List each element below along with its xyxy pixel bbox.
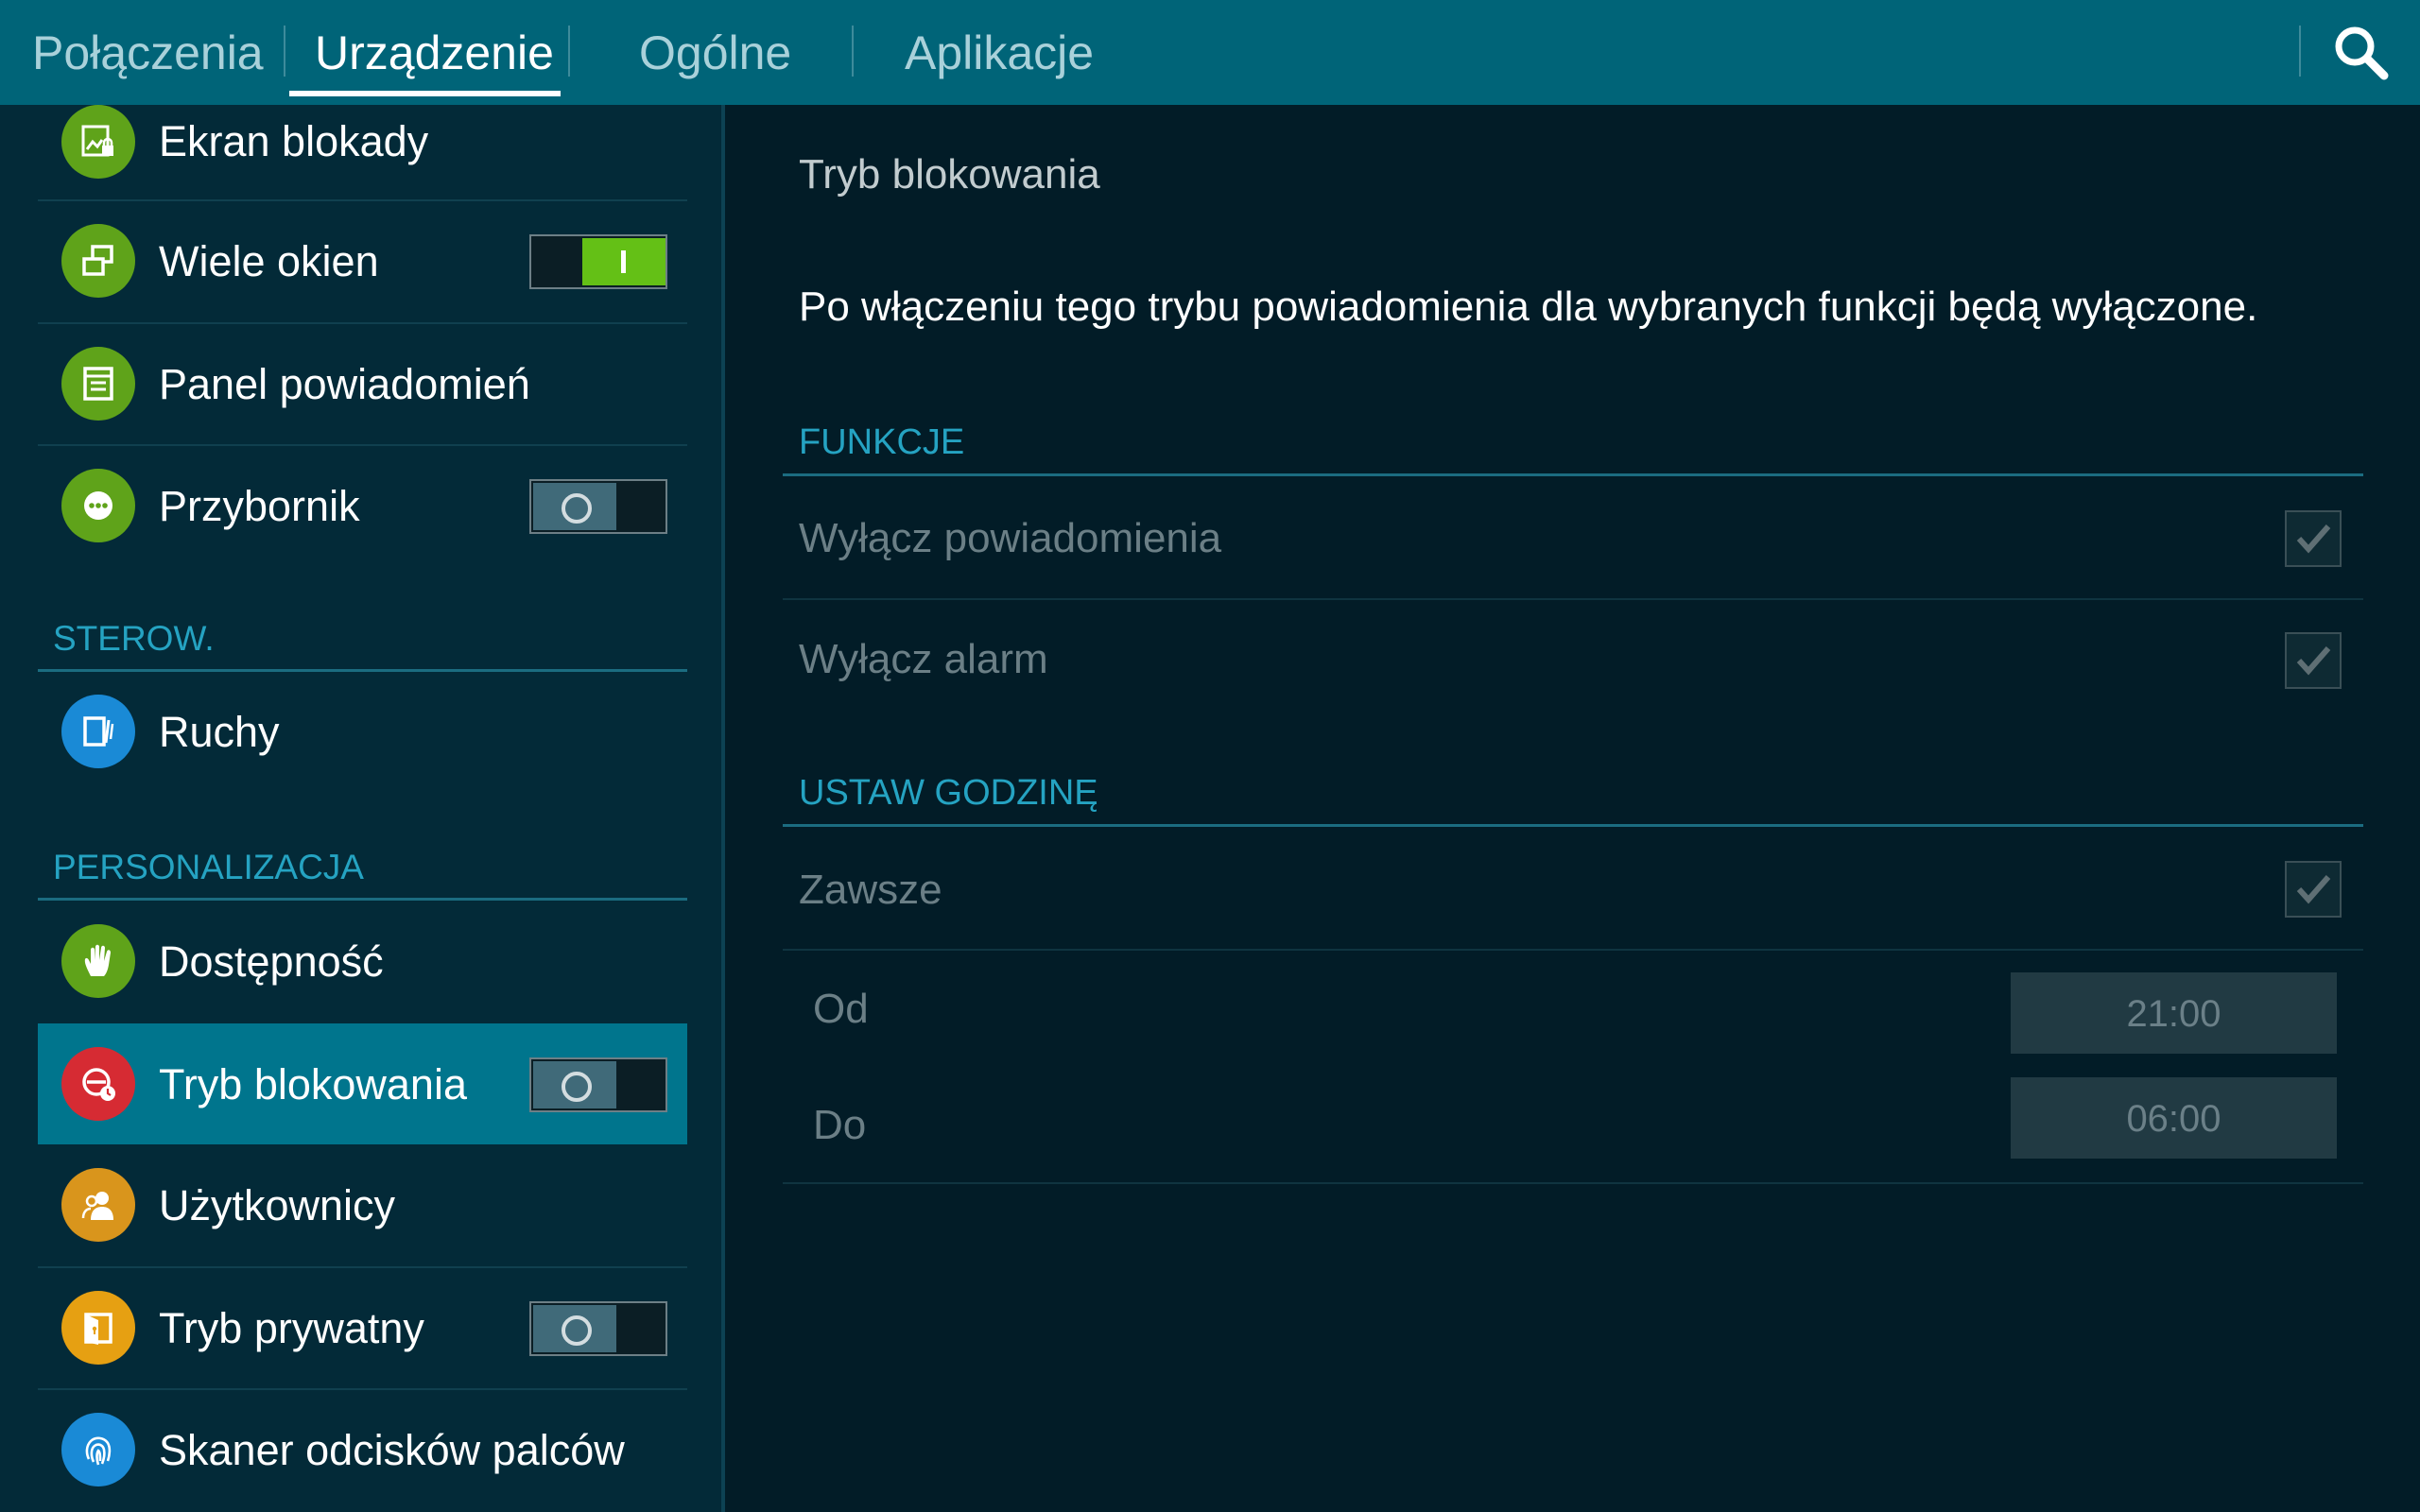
- toggle-knob: [533, 1305, 616, 1352]
- sidebar-item-notification-panel[interactable]: Panel powiadomień: [38, 324, 687, 445]
- sidebar-item-label: Wiele okien: [159, 237, 379, 285]
- tab-applications[interactable]: Aplikacje: [905, 0, 1094, 105]
- detail-description: Po włączeniu tego trybu powiadomienia dl…: [799, 284, 2258, 330]
- active-tab-indicator: [289, 91, 561, 96]
- to-label: Do: [813, 1102, 867, 1148]
- sidebar-item-label: Skaner odcisków palców: [159, 1426, 625, 1474]
- option-label: Wyłącz powiadomienia: [799, 515, 1222, 561]
- tab-separator: [852, 26, 854, 77]
- tab-separator: [284, 26, 285, 77]
- sidebar-item-private-mode[interactable]: Tryb prywatny: [38, 1268, 687, 1389]
- toolbox-icon: [61, 469, 135, 542]
- tab-connections[interactable]: Połączenia: [32, 0, 264, 105]
- toggle-knob: [582, 238, 666, 285]
- sidebar-item-label: Użytkownicy: [159, 1181, 396, 1229]
- toolbox-toggle[interactable]: [529, 479, 667, 534]
- section-divider: [783, 473, 2363, 476]
- motion-icon: [61, 695, 135, 768]
- toggle-knob: [533, 1061, 616, 1108]
- sidebar-item-motions[interactable]: Ruchy: [38, 674, 687, 795]
- notification-panel-icon: [61, 347, 135, 421]
- users-icon: [61, 1168, 135, 1242]
- tab-general[interactable]: Ogólne: [639, 0, 791, 105]
- tab-separator: [568, 26, 570, 77]
- multi-window-icon: [61, 224, 135, 298]
- from-label: Od: [813, 986, 869, 1032]
- section-divider: [38, 669, 687, 672]
- search-button[interactable]: [2325, 17, 2397, 89]
- section-header-control: STEROW.: [53, 619, 215, 658]
- lock-screen-icon: [61, 105, 135, 179]
- option-label: Zawsze: [799, 867, 942, 913]
- tab-device[interactable]: Urządzenie: [315, 0, 554, 105]
- private-mode-icon: [61, 1291, 135, 1365]
- sidebar-item-label: Dostępność: [159, 937, 384, 986]
- option-label: Wyłącz alarm: [799, 636, 1048, 682]
- sidebar-item-label: Ekran blokady: [159, 117, 429, 165]
- checkmark-icon: [2296, 524, 2331, 554]
- sidebar-item-label: Panel powiadomień: [159, 360, 530, 408]
- tab-separator: [2299, 26, 2301, 77]
- toggle-knob: [533, 483, 616, 530]
- row-divider: [783, 1182, 2363, 1184]
- fingerprint-icon: [61, 1413, 135, 1486]
- sidebar-item-users[interactable]: Użytkownicy: [38, 1145, 687, 1266]
- section-divider: [38, 898, 687, 901]
- sidebar-item-label: Tryb blokowania: [159, 1060, 467, 1108]
- checkmark-icon: [2296, 875, 2331, 904]
- blocking-mode-toggle[interactable]: [529, 1057, 667, 1112]
- blocking-mode-icon: [61, 1047, 135, 1121]
- disable-alarm-checkbox[interactable]: [2285, 632, 2342, 689]
- panel-divider: [721, 105, 725, 1512]
- sidebar-item-fingerprint-scanner[interactable]: Skaner odcisków palców: [38, 1390, 687, 1511]
- private-mode-toggle[interactable]: [529, 1301, 667, 1356]
- search-icon: [2335, 26, 2389, 80]
- to-time-field[interactable]: 06:00: [2011, 1077, 2337, 1159]
- row-divider: [783, 598, 2363, 600]
- from-time-field[interactable]: 21:00: [2011, 972, 2337, 1054]
- sidebar-item-blocking-mode[interactable]: Tryb blokowania: [38, 1023, 687, 1144]
- checkmark-icon: [2296, 646, 2331, 676]
- sidebar-item-label: Tryb prywatny: [159, 1304, 424, 1352]
- row-divider: [783, 949, 2363, 951]
- detail-title: Tryb blokowania: [799, 151, 1100, 198]
- top-tab-bar: Połączenia Urządzenie Ogólne Aplikacje: [0, 0, 2420, 105]
- sidebar-item-label: Przybornik: [159, 482, 360, 530]
- sidebar-item-label: Ruchy: [159, 708, 280, 756]
- section-divider: [783, 824, 2363, 827]
- section-header-personalization: PERSONALIZACJA: [53, 848, 364, 886]
- always-checkbox[interactable]: [2285, 861, 2342, 918]
- sidebar-item-accessibility[interactable]: Dostępność: [38, 902, 687, 1022]
- sidebar-item-lock-screen[interactable]: Ekran blokady: [38, 105, 687, 199]
- disable-notifications-checkbox[interactable]: [2285, 510, 2342, 567]
- multi-window-toggle[interactable]: [529, 234, 667, 289]
- section-header-functions: FUNKCJE: [799, 422, 965, 462]
- accessibility-hand-icon: [61, 924, 135, 998]
- sidebar-item-multi-window[interactable]: Wiele okien: [38, 201, 687, 322]
- sidebar-item-toolbox[interactable]: Przybornik: [38, 446, 687, 567]
- section-header-set-time: USTAW GODZINĘ: [799, 773, 1098, 813]
